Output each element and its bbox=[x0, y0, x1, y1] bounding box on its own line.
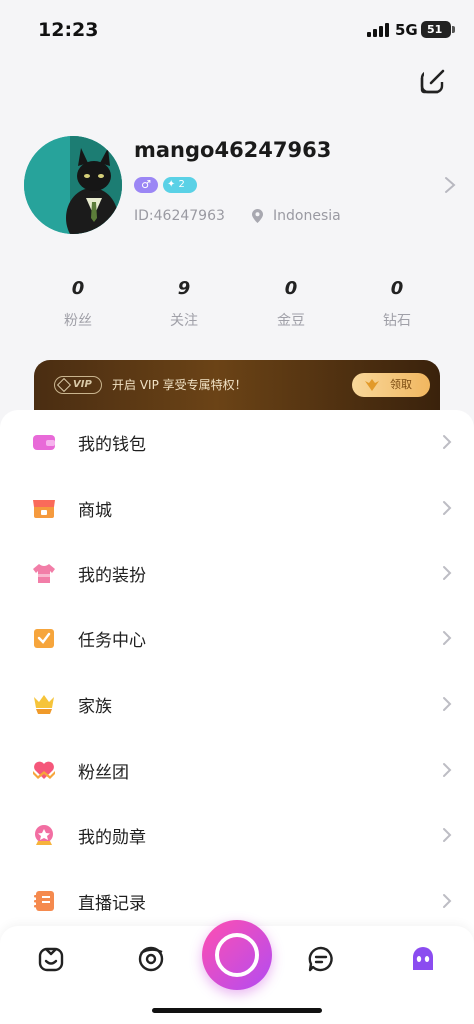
stat-fans[interactable]: 0 粉丝 bbox=[38, 278, 118, 330]
stat-label: 金豆 bbox=[277, 313, 305, 329]
profile-tab-icon[interactable] bbox=[408, 944, 438, 974]
messages-tab-icon[interactable] bbox=[306, 944, 336, 974]
menu-item-label: 粉丝团 bbox=[78, 763, 129, 783]
edit-icon[interactable] bbox=[418, 66, 448, 96]
vip-crown-icon bbox=[365, 379, 379, 391]
menu-item-label: 家族 bbox=[78, 697, 112, 717]
live-ring-icon bbox=[215, 933, 259, 977]
vip-promo-text: 开启 VIP 享受专属特权！ bbox=[112, 378, 247, 392]
vip-tag: VIP bbox=[54, 376, 102, 394]
menu-item-label: 我的勋章 bbox=[78, 828, 146, 848]
chevron-right-icon bbox=[443, 566, 452, 580]
discover-tab-icon[interactable] bbox=[136, 944, 166, 974]
vip-diamond-icon bbox=[56, 377, 72, 393]
stat-label: 关注 bbox=[170, 313, 198, 329]
vip-claim-label: 领取 bbox=[390, 378, 412, 391]
stat-label: 钻石 bbox=[383, 313, 411, 329]
fan-club-icon bbox=[33, 761, 55, 779]
menu-item-label: 直播记录 bbox=[78, 894, 146, 914]
medal-icon bbox=[35, 825, 53, 845]
location-text: Indonesia bbox=[273, 208, 341, 224]
stat-gold-beans[interactable]: 0 金豆 bbox=[251, 278, 331, 330]
cat-avatar-image bbox=[24, 136, 122, 234]
chevron-right-icon[interactable] bbox=[444, 176, 456, 194]
battery-level: 51 bbox=[427, 23, 443, 36]
stat-value: 0 bbox=[284, 278, 298, 299]
chevron-right-icon bbox=[443, 763, 452, 777]
location-pin-icon bbox=[252, 209, 263, 223]
chevron-right-icon bbox=[443, 828, 452, 842]
menu-item-label: 我的钱包 bbox=[78, 435, 146, 455]
chevron-right-icon bbox=[443, 894, 452, 908]
menu-item-task-center[interactable]: 任务中心 bbox=[0, 606, 474, 670]
family-icon bbox=[34, 695, 54, 714]
signal-icon bbox=[367, 23, 389, 37]
chevron-right-icon bbox=[443, 631, 452, 645]
avatar[interactable] bbox=[24, 136, 122, 234]
stat-label: 粉丝 bbox=[64, 313, 92, 329]
store-icon bbox=[33, 500, 55, 518]
stat-value: 0 bbox=[71, 278, 85, 299]
menu-item-family[interactable]: 家族 bbox=[0, 672, 474, 736]
status-time: 12:23 bbox=[38, 19, 99, 41]
profile-stats: 0 粉丝 9 关注 0 金豆 0 钻石 bbox=[24, 278, 450, 334]
chevron-right-icon bbox=[443, 501, 452, 515]
stat-value: 0 bbox=[390, 278, 404, 299]
menu-item-label: 任务中心 bbox=[78, 631, 146, 651]
status-bar: 12:23 5G 51 bbox=[0, 0, 474, 58]
go-live-button[interactable] bbox=[202, 920, 272, 990]
menu-item-fan-club[interactable]: 粉丝团 bbox=[0, 738, 474, 802]
home-indicator bbox=[152, 1008, 322, 1013]
menu-item-label: 我的装扮 bbox=[78, 566, 146, 586]
menu-item-label: 商城 bbox=[78, 501, 112, 521]
stat-value: 9 bbox=[177, 278, 191, 299]
menu-item-medals[interactable]: 我的勋章 bbox=[0, 803, 474, 867]
chevron-right-icon bbox=[443, 435, 452, 449]
home-tab-icon[interactable] bbox=[36, 944, 66, 974]
vip-claim-button[interactable]: 领取 bbox=[352, 373, 430, 397]
stat-following[interactable]: 9 关注 bbox=[144, 278, 224, 330]
vip-tag-label: VIP bbox=[73, 379, 92, 390]
menu-item-outfit[interactable]: 我的装扮 bbox=[0, 541, 474, 605]
outfit-icon bbox=[33, 564, 55, 583]
live-record-icon bbox=[34, 891, 54, 911]
gender-badge: ♂ bbox=[134, 177, 158, 193]
stat-diamonds[interactable]: 0 钻石 bbox=[357, 278, 437, 330]
menu-item-store[interactable]: 商城 bbox=[0, 476, 474, 540]
bottom-tab-bar bbox=[0, 920, 474, 1024]
wallet-icon bbox=[33, 435, 55, 450]
user-id: ID:46247963 bbox=[134, 208, 225, 224]
level-badge: ✦ 2 bbox=[163, 177, 197, 193]
task-icon bbox=[34, 629, 54, 648]
chevron-right-icon bbox=[443, 697, 452, 711]
menu-item-wallet[interactable]: 我的钱包 bbox=[0, 410, 474, 474]
username: mango46247963 bbox=[134, 138, 332, 162]
network-type: 5G bbox=[395, 21, 418, 39]
battery-icon: 51 bbox=[421, 21, 455, 38]
